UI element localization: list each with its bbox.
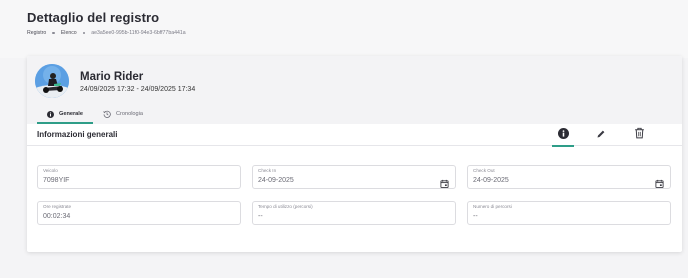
tab-cronologia[interactable]: Cronologia [93, 106, 153, 122]
field-label: Ore registrate [43, 204, 72, 209]
breadcrumb-item-registro[interactable]: Registro [27, 30, 46, 36]
veicolo-field[interactable]: Veicolo 7098YIF [37, 165, 241, 189]
user-header: Mario Rider 24/09/2025 17:32 - 24/09/202… [27, 56, 682, 124]
field-value: 24-09-2025 [258, 177, 294, 184]
check-in-field[interactable]: Check In 24-09-2025 [252, 165, 456, 189]
section-title: Informazioni generali [37, 130, 118, 139]
calendar-icon[interactable] [655, 175, 664, 193]
section-actions [552, 126, 666, 147]
field-value: 00:02:34 [43, 213, 71, 220]
calendar-icon[interactable] [440, 175, 449, 193]
info-action-button[interactable] [552, 126, 574, 147]
field-value: 7098YIF [43, 177, 70, 184]
info-icon [557, 126, 569, 144]
edit-pencil-icon [596, 126, 606, 144]
breadcrumb-item-elenco[interactable]: Elenco [61, 30, 77, 36]
avatar [35, 64, 69, 98]
page-title: Dettaglio del registro [27, 10, 160, 25]
edit-button[interactable] [590, 126, 612, 144]
tab-label: Cronologia [115, 111, 144, 117]
page-header [0, 0, 688, 58]
history-icon [103, 110, 111, 118]
breadcrumb-item-id: ae3a5ee0-995b-11f0-94e3-6bff77ba441a [91, 30, 186, 36]
field-value: -- [473, 213, 478, 220]
user-name: Mario Rider [80, 71, 144, 83]
tempo-utilizzo-field[interactable]: Tempo di utilizzo (percorsi) -- [252, 201, 456, 225]
breadcrumb: Registro Elenco ae3a5ee0-995b-11f0-94e3-… [27, 30, 186, 36]
delete-button[interactable] [628, 126, 650, 144]
numero-percorsi-field[interactable]: Numero di percorsi -- [467, 201, 671, 225]
check-out-field[interactable]: Check Out 24-09-2025 [467, 165, 671, 189]
user-dates: 24/09/2025 17:32 - 24/09/2025 17:34 [80, 86, 196, 93]
ore-registrate-field[interactable]: Ore registrate 00:02:34 [37, 201, 241, 225]
tab-generale[interactable]: Generale [37, 106, 93, 124]
field-label: Veicolo [43, 168, 58, 173]
tab-bar: Generale Cronologia [37, 106, 153, 124]
field-value: -- [258, 213, 263, 220]
breadcrumb-separator [52, 31, 55, 35]
field-label: Check In [258, 168, 277, 173]
detail-card: Mario Rider 24/09/2025 17:32 - 24/09/202… [27, 56, 682, 252]
section-bar: Informazioni generali [27, 124, 682, 147]
info-icon [47, 110, 54, 118]
breadcrumb-separator [82, 31, 86, 35]
field-label: Check Out [473, 168, 495, 173]
field-label: Tempo di utilizzo (percorsi) [258, 204, 313, 209]
delete-trash-icon [634, 126, 645, 144]
field-label: Numero di percorsi [473, 204, 512, 209]
tab-label: Generale [59, 111, 83, 117]
field-value: 24-09-2025 [473, 177, 509, 184]
